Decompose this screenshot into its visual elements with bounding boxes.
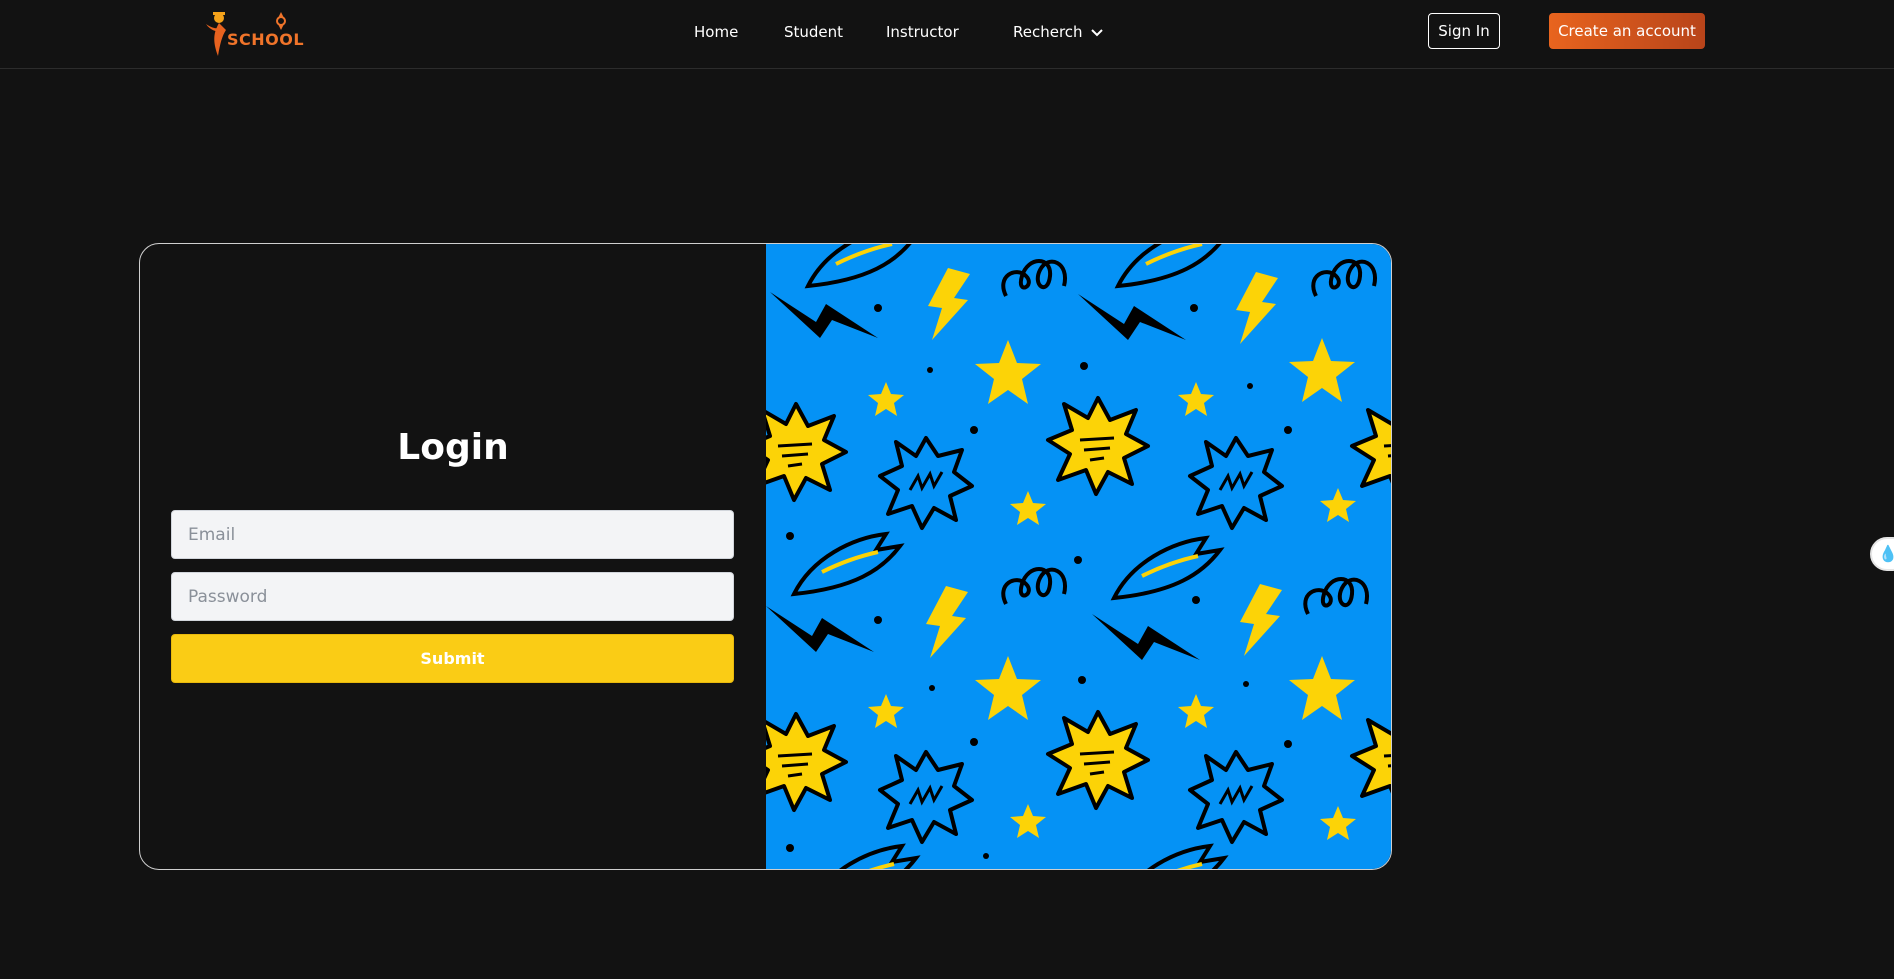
password-input[interactable]	[171, 572, 734, 621]
sign-in-button[interactable]: Sign In	[1428, 13, 1500, 49]
create-account-button[interactable]: Create an account	[1549, 13, 1705, 49]
nav-home[interactable]: Home	[694, 22, 738, 42]
nav-recherch-label: Recherch	[1013, 23, 1083, 41]
pattern-illustration	[766, 244, 1391, 869]
comic-pattern-image	[766, 244, 1391, 869]
login-form: Login Submit	[140, 244, 766, 869]
login-title: Login	[397, 427, 509, 468]
nav-student[interactable]: Student	[784, 22, 843, 42]
nav-instructor[interactable]: Instructor	[886, 22, 959, 42]
submit-button[interactable]: Submit	[171, 634, 734, 683]
chevron-down-icon	[1090, 28, 1103, 36]
email-input[interactable]	[171, 510, 734, 559]
side-floating-widget[interactable]: 💧	[1870, 537, 1894, 571]
water-drop-icon: 💧	[1878, 544, 1894, 563]
login-card: Login Submit	[139, 243, 1392, 870]
nav-recherch-dropdown[interactable]: Recherch	[1013, 22, 1103, 42]
top-navbar: SCHOOL Home Student Instructor Recherch …	[0, 0, 1894, 69]
